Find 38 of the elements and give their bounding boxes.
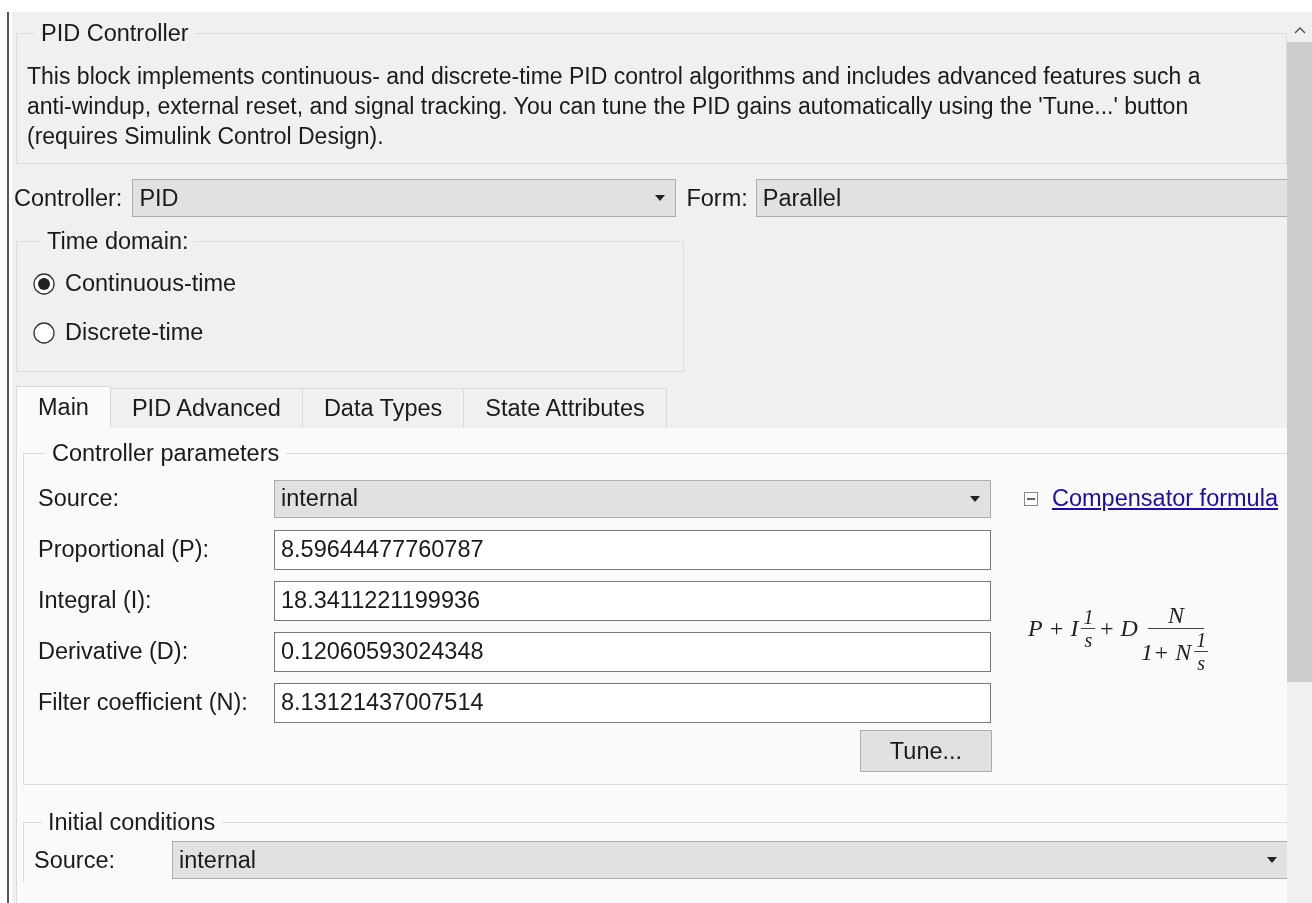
tab[interactable]: Main bbox=[16, 386, 111, 428]
caret-icon bbox=[655, 195, 666, 201]
source-label: Source: bbox=[38, 485, 120, 512]
controller-label: Controller: bbox=[14, 184, 124, 212]
controller-dropdown[interactable]: PID bbox=[132, 179, 677, 217]
tune-button[interactable]: Tune... bbox=[860, 730, 992, 772]
parameter-label: Derivative (D): bbox=[38, 638, 190, 665]
source-label: Source: bbox=[34, 846, 116, 874]
compensator-formula-link[interactable]: Compensator formula bbox=[1052, 485, 1278, 512]
collapse-icon[interactable] bbox=[1024, 491, 1038, 506]
description-text: This block implements continuous- and discrete-time PID control algorithms and includes advanced features such a anti-windup, external reset, and signal tracking. You can tune the PID gains automatically using the 'Tune...' button (requires Simulink Control Design). bbox=[27, 62, 1202, 151]
radio-button[interactable] bbox=[33, 272, 55, 295]
radio-label: Continuous-time bbox=[65, 270, 237, 297]
tab[interactable]: PID Advanced bbox=[110, 388, 303, 428]
parameter-label: Proportional (P): bbox=[38, 536, 211, 563]
scrollbar[interactable] bbox=[1287, 12, 1312, 903]
parameter-field[interactable]: 8.13121437007514 bbox=[274, 682, 991, 723]
group-title: Initial conditions bbox=[47, 809, 217, 836]
tab[interactable]: Data Types bbox=[302, 388, 465, 428]
caret-icon bbox=[970, 495, 980, 502]
form-label: Form: bbox=[685, 184, 749, 212]
parameter-label: Filter coefficient (N): bbox=[38, 689, 249, 716]
parameter-field[interactable]: 8.59644477760787 bbox=[274, 529, 991, 570]
tab[interactable]: State Attributes bbox=[464, 388, 667, 428]
form-dropdown[interactable]: Parallel bbox=[755, 179, 1287, 217]
radio-label: Discrete-time bbox=[65, 319, 204, 346]
source-dropdown[interactable]: internal bbox=[274, 479, 991, 518]
source-dropdown[interactable]: internal bbox=[172, 841, 1287, 879]
scroll-up-icon[interactable] bbox=[1293, 26, 1306, 34]
parameter-field[interactable]: 0.12060593024348 bbox=[274, 631, 991, 672]
panel-title: PID Controller bbox=[40, 20, 190, 47]
group-title: Controller parameters bbox=[51, 440, 281, 467]
group-title: Time domain: bbox=[46, 228, 190, 255]
caret-icon bbox=[1267, 857, 1277, 863]
scroll-thumb[interactable] bbox=[1287, 42, 1312, 682]
radio-button[interactable] bbox=[33, 321, 55, 344]
parameter-field[interactable]: 18.3411221199936 bbox=[274, 580, 991, 621]
parameter-label: Integral (I): bbox=[38, 587, 153, 614]
